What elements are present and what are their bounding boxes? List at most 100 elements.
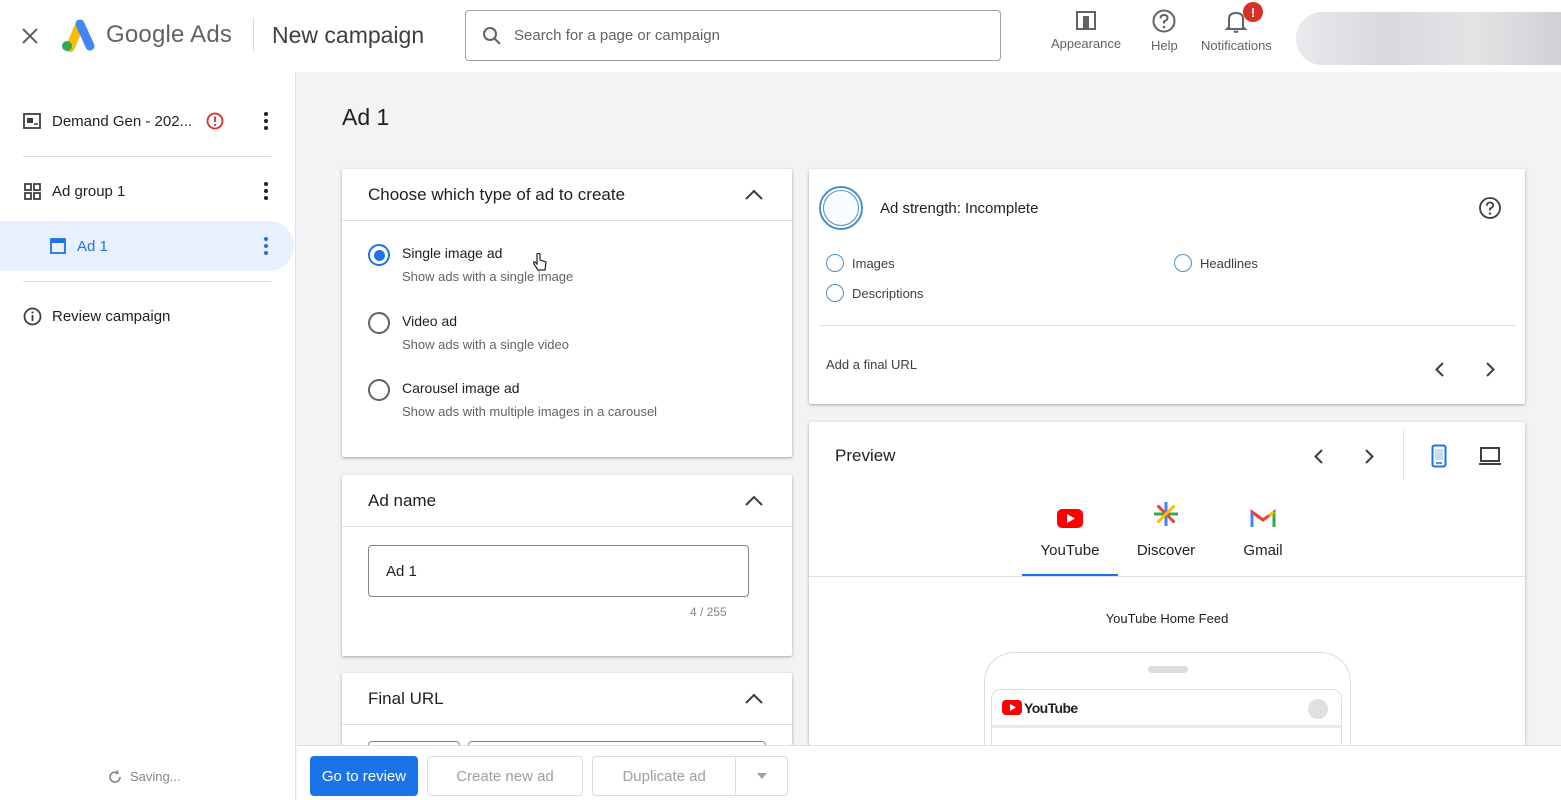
chevron-up-icon[interactable]	[742, 687, 766, 711]
header-divider	[253, 18, 254, 52]
youtube-icon	[1057, 509, 1083, 528]
chevron-left-icon[interactable]	[1304, 442, 1332, 470]
duplicate-ad-label[interactable]: Duplicate ad	[593, 768, 735, 785]
ad-name-header[interactable]: Ad name	[342, 475, 792, 527]
strength-item-label: Images	[852, 255, 895, 271]
ad-type-header[interactable]: Choose which type of ad to create	[342, 169, 792, 221]
appearance-label: Appearance	[1051, 36, 1122, 51]
ad-name-card: Ad name 4 / 255	[342, 475, 792, 656]
sidebar-item-label: Demand Gen - 202...	[52, 112, 193, 130]
radio-button[interactable]	[368, 312, 390, 334]
radio-button[interactable]	[368, 244, 390, 266]
character-counter: 4 / 255	[690, 605, 727, 619]
tab-discover[interactable]: Discover	[1118, 492, 1214, 576]
bottom-action-bar: Go to review Create new ad Duplicate ad	[297, 745, 1561, 800]
youtube-logo-icon	[1002, 700, 1022, 715]
gmail-icon	[1250, 509, 1276, 527]
ad-title: Ad 1	[342, 104, 390, 130]
saving-status: Saving...	[108, 769, 181, 784]
go-to-review-button[interactable]: Go to review	[310, 756, 418, 796]
sidebar-divider	[23, 281, 271, 282]
ad-strength-label: Ad strength: Incomplete	[880, 200, 1039, 217]
sidebar-item-ad[interactable]: Ad 1	[0, 221, 294, 271]
help-button[interactable]: Help	[1151, 8, 1178, 53]
tab-youtube[interactable]: YouTube	[1022, 492, 1118, 576]
card-heading: Choose which type of ad to create	[368, 184, 626, 204]
saving-text: Saving...	[130, 769, 181, 784]
more-options-icon[interactable]	[254, 109, 278, 133]
notifications-button[interactable]: Notifications !	[1201, 2, 1272, 53]
sidebar-item-label: Review campaign	[52, 307, 171, 325]
strength-item-headlines: Headlines	[1174, 254, 1258, 272]
appearance-icon	[1076, 11, 1097, 30]
card-heading: Ad name	[368, 490, 437, 510]
notification-badge: !	[1243, 2, 1263, 22]
ad-name-field[interactable]	[368, 545, 749, 597]
duplicate-ad-split-button[interactable]: Duplicate ad	[592, 756, 788, 796]
account-avatar[interactable]	[1296, 12, 1561, 65]
chevron-left-icon[interactable]	[1425, 355, 1453, 383]
logo-text: Google Ads	[106, 21, 233, 48]
option-title: Carousel image ad	[402, 380, 520, 396]
more-options-icon[interactable]	[254, 234, 278, 258]
ad-strength-card: Ad strength: Incomplete Images Headlines…	[809, 169, 1525, 404]
info-icon	[23, 307, 42, 325]
ad-icon	[50, 238, 66, 254]
ad-group-icon	[24, 182, 41, 200]
appearance-button[interactable]: Appearance	[1051, 8, 1121, 51]
cursor-hand-icon	[533, 253, 547, 271]
card-heading: Final URL	[368, 688, 444, 708]
option-subtitle: Show ads with a single video	[402, 337, 569, 352]
chevron-right-icon[interactable]	[1355, 442, 1383, 470]
sidebar-item-ad-group[interactable]: Ad group 1	[0, 166, 294, 216]
ad-type-card: Choose which type of ad to create Single…	[342, 169, 792, 457]
tab-gmail[interactable]: Gmail	[1215, 492, 1311, 576]
search-icon	[483, 26, 501, 45]
final-url-header[interactable]: Final URL	[342, 673, 792, 725]
radio-carousel-image-ad[interactable]: Carousel image ad Show ads with multiple…	[368, 379, 657, 419]
tabs-divider	[809, 576, 1525, 577]
chevron-up-icon[interactable]	[742, 183, 766, 207]
phone-screen: YouTube	[991, 689, 1342, 745]
help-icon[interactable]	[1478, 196, 1502, 225]
radio-video-ad[interactable]: Video ad Show ads with a single video	[368, 312, 569, 352]
tab-label: YouTube	[1040, 542, 1100, 559]
status-ring-icon	[826, 284, 844, 302]
preview-title: Preview	[835, 446, 896, 465]
sync-icon	[109, 769, 121, 783]
phone-mockup: YouTube	[984, 652, 1351, 745]
error-icon	[206, 112, 224, 130]
option-title: Video ad	[402, 313, 458, 329]
mobile-device-icon[interactable]	[1425, 442, 1453, 470]
option-subtitle: Show ads with multiple images in a carou…	[402, 404, 658, 419]
campaign-icon	[23, 113, 41, 129]
desktop-device-icon[interactable]	[1476, 442, 1504, 470]
strength-hint: Add a final URL	[826, 357, 918, 372]
feed-label: YouTube Home Feed	[1105, 611, 1229, 626]
final-url-card: Final URL	[342, 673, 792, 745]
google-ads-logo: Google Ads	[60, 18, 232, 52]
sidebar-item-label: Ad 1	[77, 237, 108, 255]
chevron-up-icon[interactable]	[742, 489, 766, 513]
sidebar-divider	[23, 156, 271, 157]
close-icon[interactable]	[14, 20, 46, 52]
radio-button[interactable]	[368, 379, 390, 401]
chevron-right-icon[interactable]	[1476, 355, 1504, 383]
youtube-wordmark: YouTube	[1024, 699, 1078, 716]
dropdown-arrow-icon[interactable]	[736, 773, 787, 779]
sidebar-item-review[interactable]: Review campaign	[0, 291, 294, 341]
tab-label: Gmail	[1243, 542, 1283, 559]
page-title: New campaign	[272, 22, 425, 48]
create-new-ad-button[interactable]: Create new ad	[427, 756, 583, 796]
search-input[interactable]	[514, 27, 974, 44]
help-icon	[1152, 9, 1176, 33]
ad-name-input[interactable]	[386, 562, 726, 580]
preview-divider	[1403, 430, 1404, 480]
help-label: Help	[1151, 38, 1178, 53]
search-bar[interactable]	[465, 10, 1001, 61]
sidebar-item-campaign[interactable]: Demand Gen - 202...	[0, 96, 294, 146]
more-options-icon[interactable]	[254, 179, 278, 203]
strength-item-label: Headlines	[1200, 255, 1258, 271]
profile-avatar	[1308, 699, 1328, 719]
sidebar-item-label: Ad group 1	[52, 182, 126, 200]
